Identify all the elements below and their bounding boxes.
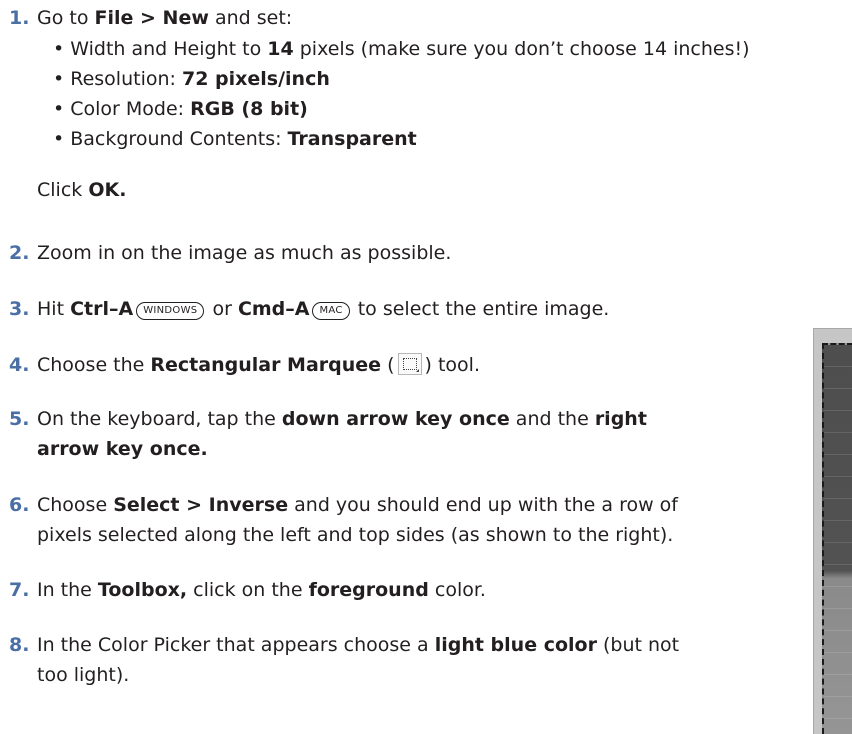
step-text: Go to File > New and set: (37, 7, 293, 29)
step-text: Hit Ctrl–A WINDOWS or Cmd–A MAC to select … (37, 298, 610, 320)
instruction-page: 1. Go to File > New and set: • Width and… (0, 0, 852, 734)
step-number: 7. (9, 579, 30, 601)
step-number: 5. (9, 408, 30, 430)
step-text: Zoom in on the image as much as possible… (37, 242, 452, 264)
step-text: In the Toolbox, click on the foreground … (37, 579, 486, 601)
bullet-background-contents: • Background Contents: Transparent (53, 128, 417, 150)
step-number: 1. (9, 7, 30, 29)
windows-key-badge: WINDOWS (136, 302, 205, 320)
selected-pixels-canvas (822, 343, 852, 734)
bullet-color-mode: • Color Mode: RGB (8 bit) (53, 98, 308, 120)
step-number: 3. (9, 298, 30, 320)
step-text: Choose the Rectangular Marquee () tool. (37, 353, 480, 376)
step-number: 2. (9, 242, 30, 264)
mac-key-badge: MAC (312, 302, 350, 320)
selection-example-image (813, 328, 852, 734)
step-number: 6. (9, 494, 30, 516)
rectangular-marquee-icon (397, 353, 422, 375)
bullet-width-height: • Width and Height to 14 pixels (make su… (53, 38, 750, 60)
step-text: In the Color Picker that appears choose … (37, 634, 680, 656)
click-ok-line: Click OK. (37, 179, 127, 201)
step-text: Choose Select > Inverse and you should e… (37, 494, 678, 516)
step-number: 8. (9, 634, 30, 656)
step-number: 4. (9, 354, 30, 376)
step-text: On the keyboard, tap the down arrow key … (37, 408, 647, 430)
bullet-resolution: • Resolution: 72 pixels/inch (53, 68, 330, 90)
